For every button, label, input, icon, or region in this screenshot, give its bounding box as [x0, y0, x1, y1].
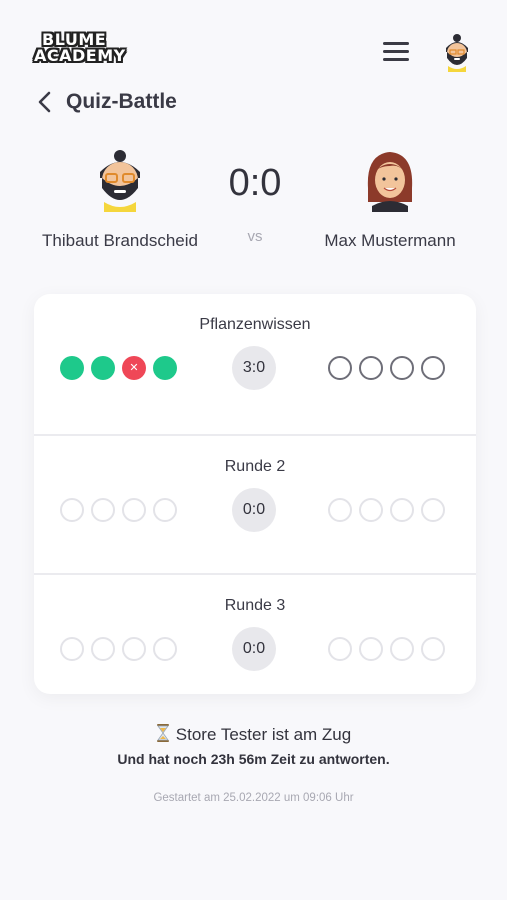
player-right: Max Mustermann [310, 148, 470, 253]
answer-dot-empty [60, 498, 84, 522]
turn-text: Store Tester ist am Zug [175, 725, 352, 744]
round-row[interactable]: Runde 2 0:0 [34, 434, 476, 572]
answer-dot-empty [122, 637, 146, 661]
answer-dot-wrong [122, 356, 146, 380]
round-row[interactable]: Pflanzenwissen 3:0 [34, 294, 476, 432]
rounds-card: Pflanzenwissen 3:0 Runde 2 0:0 Runde 3 0… [34, 294, 476, 694]
user-avatar-icon[interactable] [440, 32, 474, 72]
turn-status: Store Tester ist am Zug Und hat noch 23h… [0, 724, 507, 767]
answer-dot-empty [421, 498, 445, 522]
left-answers [60, 356, 177, 380]
answer-dot-empty [390, 637, 414, 661]
chevron-left-icon[interactable] [36, 90, 54, 114]
blume-academy-logo[interactable]: BLUME ACADEMY [34, 32, 126, 68]
answer-dot-open [390, 356, 414, 380]
answer-dot-empty [390, 498, 414, 522]
answer-dot-correct [91, 356, 115, 380]
answer-dot-empty [421, 637, 445, 661]
right-answers [328, 637, 445, 661]
answer-dot-open [328, 356, 352, 380]
answer-dot-empty [328, 498, 352, 522]
round-title: Pflanzenwissen [199, 316, 311, 333]
player-right-avatar [367, 152, 413, 212]
logo-line-2: ACADEMY [34, 46, 126, 65]
right-answers [328, 356, 445, 380]
answer-dot-empty [359, 637, 383, 661]
answer-dot-open [359, 356, 383, 380]
time-left-text: Und hat noch 23h 56m Zeit zu antworten. [117, 751, 390, 767]
answer-dot-empty [359, 498, 383, 522]
round-row[interactable]: Runde 3 0:0 [34, 573, 476, 694]
player-left: Thibaut Brandscheid [40, 148, 200, 253]
answer-dot-empty [91, 498, 115, 522]
answer-dot-open [421, 356, 445, 380]
page-title: Quiz-Battle [66, 90, 177, 113]
battle-score: 0:0 [228, 162, 282, 204]
app-header: BLUME ACADEMY [0, 30, 507, 74]
right-answers [328, 498, 445, 522]
player-left-avatar [100, 150, 140, 212]
answer-dot-correct [153, 356, 177, 380]
answer-dot-empty [153, 637, 177, 661]
answer-dot-empty [60, 637, 84, 661]
answer-dot-correct [60, 356, 84, 380]
left-answers [60, 498, 177, 522]
started-timestamp: Gestartet am 25.02.2022 um 09:06 Uhr [153, 792, 354, 804]
round-score: 0:0 [232, 488, 276, 532]
answer-dot-empty [328, 637, 352, 661]
hourglass-icon [156, 724, 169, 742]
player-left-name: Thibaut Brandscheid [42, 231, 198, 250]
turn-line: Store Tester ist am Zug [0, 724, 507, 745]
answer-dot-empty [91, 637, 115, 661]
round-title: Runde 3 [224, 597, 286, 614]
left-answers [60, 637, 177, 661]
battle-players: Thibaut Brandscheid 0:0 vs Max Musterman… [0, 148, 507, 278]
round-title: Runde 2 [224, 458, 286, 475]
title-row: Quiz-Battle [36, 86, 177, 118]
answer-dot-empty [153, 498, 177, 522]
round-score: 3:0 [232, 346, 276, 390]
hamburger-icon[interactable] [383, 42, 411, 64]
round-score: 0:0 [232, 627, 276, 671]
vs-label: vs [247, 228, 263, 245]
answer-dot-empty [122, 498, 146, 522]
player-right-name: Max Mustermann [324, 231, 456, 250]
